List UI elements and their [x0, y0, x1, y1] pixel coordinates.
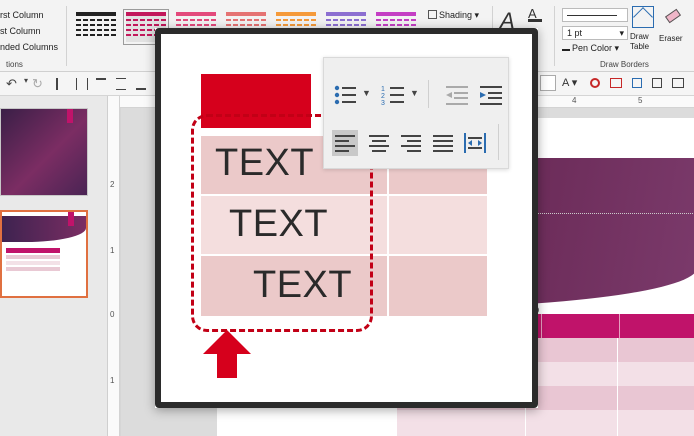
- pen-icon: [562, 43, 570, 51]
- text-box-icon[interactable]: [672, 78, 684, 88]
- swatch-row: [376, 19, 416, 21]
- thumbnail-table-row: [6, 267, 60, 271]
- swatch-row: [226, 24, 266, 26]
- font-color-icon[interactable]: A ▾: [562, 76, 577, 89]
- banded-columns-option[interactable]: nded Columns: [0, 42, 58, 52]
- ruler-mark: 4: [572, 96, 577, 105]
- thumbnail-accent: [67, 109, 73, 123]
- eraser-label: Eraser: [659, 34, 683, 43]
- eraser-icon[interactable]: [662, 6, 684, 28]
- align-middle-objects-icon[interactable]: [116, 78, 126, 90]
- swatch-row: [276, 19, 316, 21]
- draw-borders-label: Draw Borders: [600, 60, 649, 69]
- swatch-row: [126, 19, 166, 21]
- chevron-down-icon[interactable]: ▼: [410, 88, 419, 98]
- swatch-row: [176, 19, 216, 21]
- swatch-row: [126, 24, 166, 26]
- swatch-row: [76, 24, 116, 26]
- draw-table-icon[interactable]: [632, 6, 654, 28]
- swatch-row: [326, 24, 366, 26]
- align-left-icon[interactable]: [332, 130, 358, 156]
- pen-style-dropdown[interactable]: [562, 8, 628, 22]
- wordart-quick-styles-icon[interactable]: A: [500, 8, 520, 33]
- swatch-row: [76, 29, 116, 31]
- swatch-header: [326, 12, 366, 16]
- svg-text:2: 2: [381, 93, 385, 100]
- ruler-mark: 2: [110, 180, 115, 189]
- draw-table-label: Draw Table: [630, 32, 650, 51]
- chevron-down-icon[interactable]: ▼: [362, 88, 371, 98]
- group-separator: [554, 6, 555, 66]
- pen-weight-dropdown[interactable]: 1 pt ▾: [562, 26, 628, 40]
- align-top-objects-icon[interactable]: [96, 78, 106, 90]
- vertical-ruler: 2 1 0 1: [108, 96, 120, 436]
- align-left-objects-icon[interactable]: [56, 78, 66, 90]
- thumbnail-table-header: [6, 248, 60, 253]
- undo-icon[interactable]: ↶: [6, 76, 17, 92]
- swatch-header: [226, 12, 266, 16]
- shading-button[interactable]: Shading ▾: [428, 10, 479, 21]
- swatch-header: [276, 12, 316, 16]
- thumbnail-table-row: [6, 255, 60, 259]
- toolbar-separator: [498, 124, 499, 160]
- swatch-header: [76, 12, 116, 16]
- swatch-header: [126, 12, 166, 16]
- decrease-indent-icon[interactable]: [444, 82, 470, 108]
- slide-table-row[interactable]: [397, 410, 694, 436]
- svg-text:1: 1: [381, 86, 385, 93]
- redo-icon[interactable]: ↻: [32, 76, 43, 92]
- pen-color-button[interactable]: Pen Color ▾: [562, 43, 619, 54]
- align-bottom-objects-icon[interactable]: [136, 78, 146, 90]
- paint-bucket-icon: [428, 10, 437, 19]
- column-divider: [619, 314, 620, 338]
- swatch-row: [176, 24, 216, 26]
- justify-icon[interactable]: [430, 130, 456, 156]
- paragraph-format-bar: ▼ 1 2 3 ▼: [323, 57, 509, 169]
- swatch-header: [176, 12, 216, 16]
- chevron-down-icon[interactable]: ▾: [24, 76, 28, 85]
- svg-text:3: 3: [381, 100, 385, 107]
- last-column-option[interactable]: st Column: [0, 26, 41, 36]
- table-style-swatch[interactable]: [76, 12, 116, 42]
- align-center-icon[interactable]: [366, 130, 392, 156]
- swatch-row: [276, 24, 316, 26]
- column-divider: [617, 338, 618, 436]
- swatch-row: [376, 24, 416, 26]
- font-size-field[interactable]: [540, 75, 556, 91]
- app-window: rst Column st Column nded Columns tions …: [0, 0, 694, 436]
- group-separator: [66, 6, 67, 66]
- thumbnail-accent: [68, 212, 74, 226]
- align-center-objects-icon[interactable]: [76, 78, 88, 90]
- swatch-row: [226, 19, 266, 21]
- bullets-icon[interactable]: [332, 82, 358, 108]
- align-right-icon[interactable]: [398, 130, 424, 156]
- text-fill-icon[interactable]: A: [528, 6, 542, 22]
- up-arrow-icon: [203, 330, 251, 378]
- numbering-icon[interactable]: 1 2 3: [380, 82, 406, 108]
- swatch-row: [326, 19, 366, 21]
- shape-icon[interactable]: [652, 78, 662, 88]
- thumbnail-table-row: [6, 261, 60, 265]
- swatch-header: [376, 12, 416, 16]
- slide-thumbnails-pane: [0, 96, 108, 436]
- column-divider: [541, 314, 542, 338]
- picture-icon[interactable]: [632, 78, 642, 88]
- chevron-down-icon: ▾: [619, 28, 624, 38]
- ruler-mark: 1: [110, 376, 115, 385]
- smartart-icon[interactable]: [610, 78, 622, 88]
- ruler-mark: 5: [638, 96, 643, 105]
- slide-thumbnail-selected[interactable]: [0, 210, 88, 298]
- toolbar-separator: [428, 80, 429, 108]
- swatch-row: [76, 19, 116, 21]
- ruler-mark: 1: [110, 246, 115, 255]
- first-column-option[interactable]: rst Column: [0, 10, 44, 20]
- slide-thumbnail[interactable]: [0, 108, 88, 196]
- ruler-mark: 0: [110, 310, 115, 319]
- table-style-options-label: tions: [6, 60, 23, 69]
- swatch-row: [76, 34, 116, 36]
- shape-effects-icon[interactable]: [590, 78, 600, 88]
- distributed-icon[interactable]: [462, 130, 488, 156]
- increase-indent-icon[interactable]: [478, 82, 504, 108]
- pen-style-line: [567, 15, 617, 16]
